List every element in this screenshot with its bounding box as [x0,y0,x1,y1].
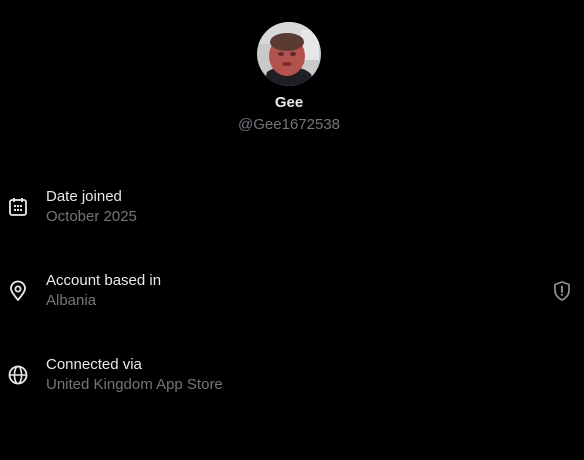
connected-via-value: United Kingdom App Store [46,376,223,393]
avatar[interactable] [257,22,321,86]
calendar-icon [7,196,29,218]
shield-exclamation-icon[interactable] [552,280,572,302]
date-joined-row: Date joined October 2025 [0,187,584,233]
date-joined-value: October 2025 [46,208,137,225]
date-joined-label: Date joined [46,188,122,205]
account-based-in-value: Albania [46,292,97,309]
account-based-in-row: Account based in Albania [0,271,584,317]
connected-via-row: Connected via United Kingdom App Store [0,355,584,401]
username-handle: @Gee1672538 [238,116,340,133]
display-name: Gee [274,94,304,111]
location-pin-icon [7,280,29,302]
account-based-in-label: Account based in [46,272,162,289]
avatar-image [257,22,321,86]
connected-via-label: Connected via [46,356,142,373]
globe-icon [7,364,29,386]
